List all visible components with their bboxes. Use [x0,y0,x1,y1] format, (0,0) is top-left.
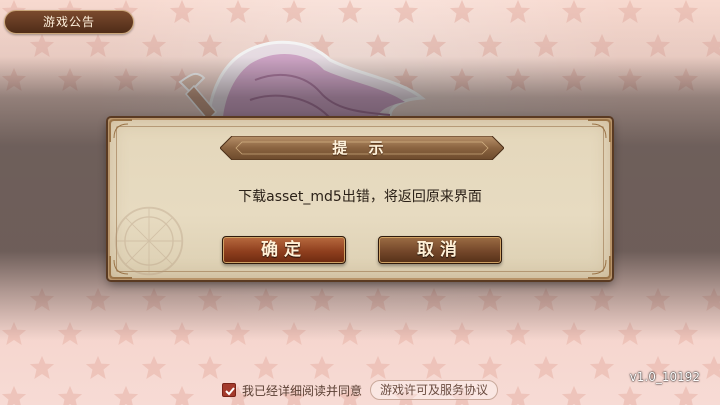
dialog-message: 下载asset_md5出错，将返回原来界面 [238,189,482,205]
checkmark-icon [225,387,235,396]
agree-checkbox[interactable] [222,383,236,397]
version-label: v1.0_10192 [629,370,700,384]
agreement-bar: 我已经详细阅读并同意 游戏许可及服务协议 [222,380,499,400]
dialog-title-bar: 提 示 [220,136,504,160]
license-agreement-link[interactable]: 游戏许可及服务协议 [370,380,499,400]
cancel-button[interactable]: 取消 [378,236,502,264]
announcement-button[interactable]: 游戏公告 [4,10,134,34]
alert-dialog: 提 示 下载asset_md5出错，将返回原来界面 确定 取消 [108,118,612,280]
corner-ornament-icon [588,256,611,279]
corner-ornament-icon [109,119,132,142]
agree-text: 我已经详细阅读并同意 [242,383,363,398]
corner-ornament-icon [588,119,611,142]
magic-circle-icon [114,206,184,276]
confirm-button[interactable]: 确定 [222,236,346,264]
dialog-title: 提 示 [332,139,392,157]
